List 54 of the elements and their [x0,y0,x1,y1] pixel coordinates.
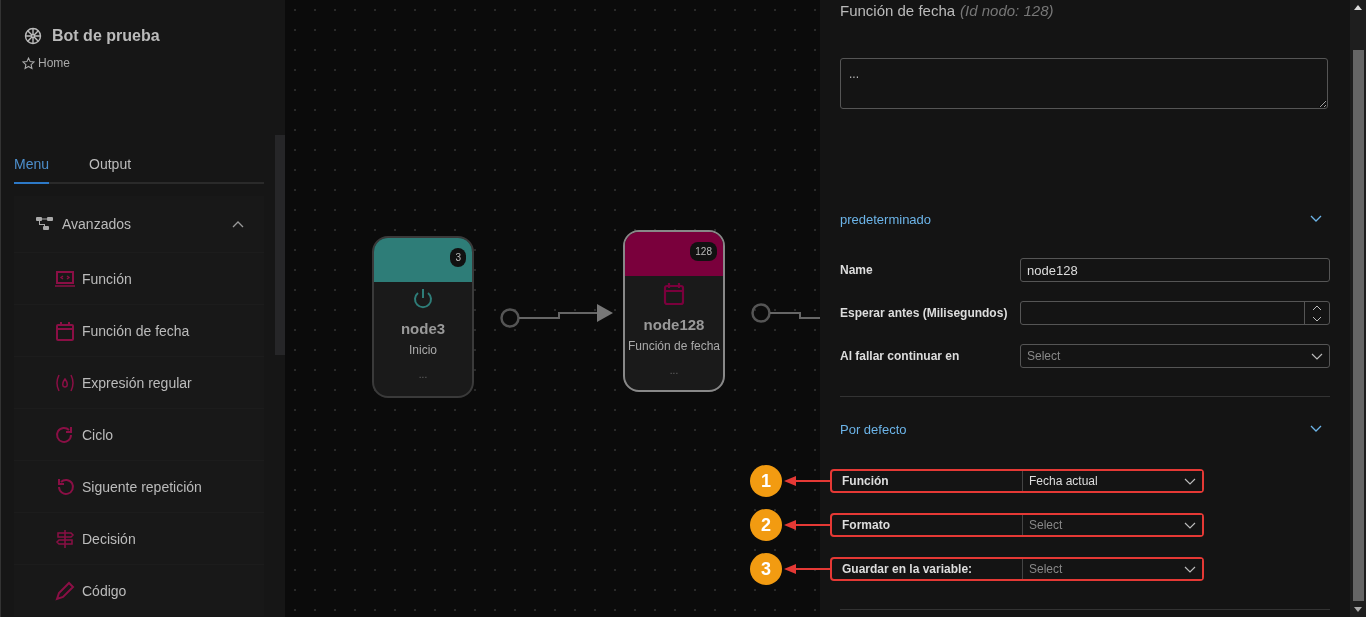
flow-node[interactable]: 3 node3 Inicio ... [372,236,474,398]
calendar-icon [663,282,685,306]
select-dropdown[interactable]: Select [1020,344,1330,368]
field-label: Esperar antes (Milisegundos) [840,306,1009,320]
panel-title: Función de fecha [840,2,956,21]
id-badge: 3 [450,248,466,267]
calendar-icon [54,320,76,341]
number-field[interactable] [1020,301,1330,325]
flow-node[interactable]: 128 node128 Función de fecha ... [623,230,725,392]
home-link[interactable]: Home [38,56,70,70]
down-icon[interactable] [1354,607,1362,612]
chevron-icon [1310,215,1322,223]
caret-icon [1184,521,1196,529]
field-label: Formato [842,518,891,532]
node-description: ... [418,369,428,380]
field-label: Al fallar continuar en [840,349,961,363]
id-badge: 128 [690,242,717,261]
input-field[interactable]: node128 [1020,258,1330,282]
field-label: Name [840,263,874,277]
select-dropdown[interactable]: Select [1022,515,1202,535]
node-name: node3 [400,320,446,337]
chevron-icon [232,220,244,228]
tab[interactable]: Menu [14,150,50,184]
star-icon [22,56,35,70]
up-icon[interactable] [1354,5,1362,10]
chevron-icon [1310,425,1322,433]
scrollbar-thumb[interactable] [275,135,285,355]
node-type: Función de fecha [627,339,721,353]
hierarchy-icon [36,216,54,232]
field-label: Guardar en la variable: [842,562,974,576]
select-dropdown[interactable]: Select [1022,559,1202,579]
caret-icon [1311,352,1323,360]
node-description: ... [669,365,679,376]
caret-icon [1184,565,1196,573]
node-type: Inicio [409,343,437,357]
laptop-icon [54,268,76,289]
section-header[interactable]: Por defecto [840,407,1330,449]
down-icon[interactable] [1312,315,1322,322]
bot-title: Bot de prueba [52,27,160,45]
select-dropdown[interactable]: Fecha actual [1022,471,1202,491]
description-field[interactable]: ... [840,58,1328,109]
regex-icon [54,372,76,393]
caret-icon [1184,477,1196,485]
field-label: Función [842,474,890,488]
pencil-icon [54,580,76,601]
scrollbar[interactable] [1350,0,1366,617]
section-header[interactable]: predeterminado [840,197,1330,239]
up-icon[interactable] [1312,304,1322,311]
power-icon [412,288,434,310]
wheel-icon [24,27,42,45]
tab[interactable]: Output [89,150,132,184]
node-name: node128 [643,316,705,333]
signpost-icon [54,528,76,549]
node-id-label: (Id nodo: 128) [960,2,1054,21]
